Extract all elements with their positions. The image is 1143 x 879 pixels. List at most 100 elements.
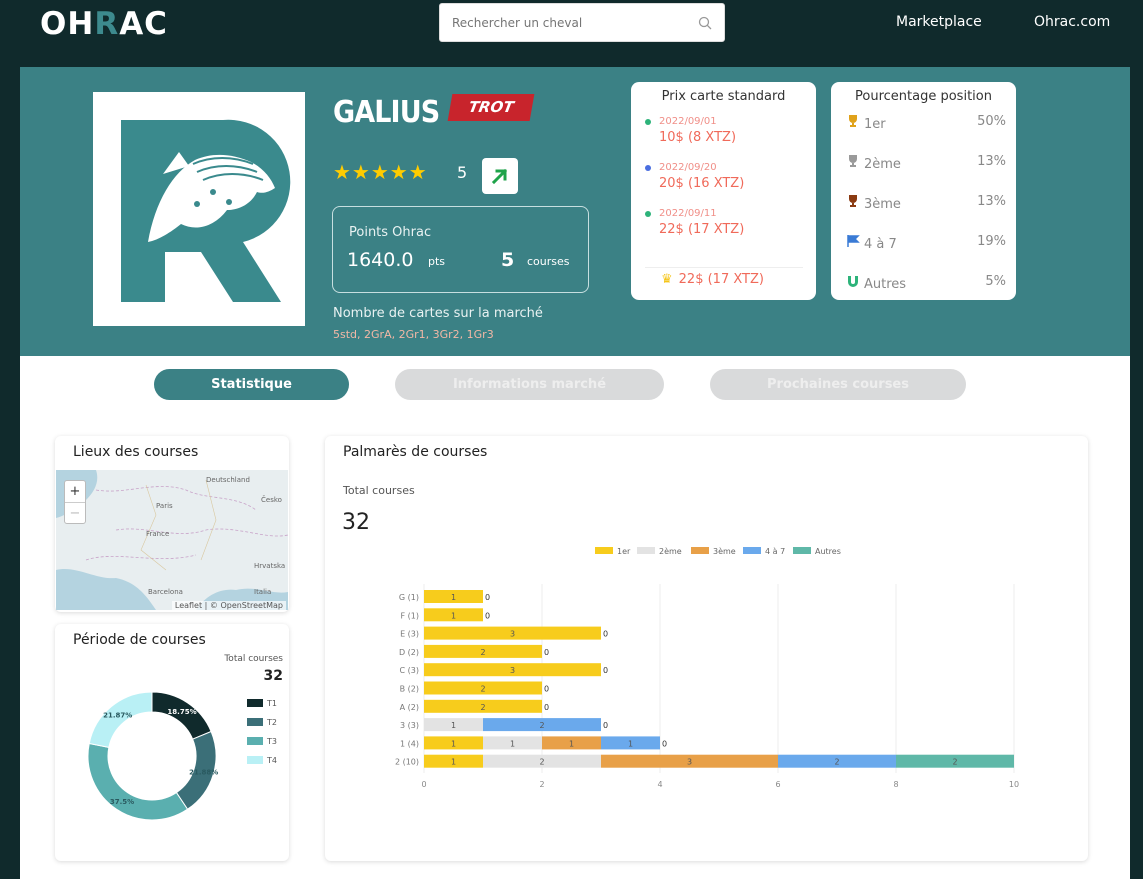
legend-label: 3ème [713, 546, 736, 556]
slice-label: 21.87% [103, 711, 132, 719]
zoom-in-button[interactable]: + [65, 481, 85, 502]
search-icon[interactable] [698, 16, 712, 30]
bar-value-label: 1 [451, 721, 456, 730]
points-box: Points Ohrac 1640.0 pts 5 courses [332, 206, 589, 293]
bar-value-label: 1 [451, 758, 456, 767]
y-tick-label: B (2) [400, 685, 419, 694]
courses-unit: courses [527, 255, 570, 268]
legend-swatch [247, 699, 263, 707]
ohrac-logo[interactable]: OHRAC [40, 6, 168, 42]
bar-value-label: 2 [952, 758, 957, 767]
svg-text:Italia: Italia [254, 588, 271, 596]
legend-swatch [637, 547, 655, 554]
bar-value-label: 1 [628, 739, 633, 748]
status-dot-icon [645, 165, 651, 171]
slice-label: 21.88% [189, 769, 218, 777]
bar-value-label: 3 [510, 630, 515, 639]
legend-swatch [793, 547, 811, 554]
bar-value-label: 1 [451, 593, 456, 602]
crown-icon: ♛ [661, 272, 673, 287]
race-locations-map[interactable]: Deutschland Paris France Česko Barcelona… [56, 470, 288, 610]
points-label: Points Ohrac [349, 225, 432, 240]
tab-informations-marche[interactable]: Informations marché [395, 369, 664, 400]
legend-swatch [247, 756, 263, 764]
period-total-value: 32 [263, 668, 283, 684]
tab-statistique[interactable]: Statistique [154, 369, 349, 400]
svg-text:Deutschland: Deutschland [206, 476, 250, 484]
donut-slice [88, 691, 153, 748]
bar-end-label: 0 [544, 685, 549, 694]
map-attribution[interactable]: Leaflet | © OpenStreetMap [171, 601, 286, 610]
map-tiles: Deutschland Paris France Česko Barcelona… [56, 470, 288, 610]
external-link-button[interactable] [482, 158, 518, 194]
bar-value-label: 3 [687, 758, 692, 767]
palmares-total-label: Total courses [343, 484, 415, 497]
price-card-title: Prix carte standard [661, 89, 786, 104]
price-entry: 2022/09/11 22$ (17 XTZ) [645, 208, 744, 237]
palmares-panel-title: Palmarès de courses [343, 444, 488, 460]
bar-value-label: 1 [569, 739, 574, 748]
status-dot-icon [645, 119, 651, 125]
horse-avatar [93, 92, 305, 326]
y-tick-label: F (1) [401, 611, 419, 620]
y-tick-label: C (3) [400, 666, 419, 675]
legend-label: T4 [266, 756, 277, 765]
palmares-total-value: 32 [342, 510, 370, 535]
trophy-bronze-icon [846, 194, 864, 212]
bar-value-label: 2 [480, 648, 485, 657]
y-tick-label: 1 (4) [400, 739, 419, 748]
x-tick-label: 4 [657, 780, 662, 789]
search-input[interactable] [440, 4, 680, 41]
horse-name: GALIUS [333, 95, 440, 130]
horse-r-logo-icon [121, 119, 291, 303]
position-row-others: Autres 5% [846, 274, 1006, 292]
svg-text:Barcelona: Barcelona [148, 588, 183, 596]
y-tick-label: 2 (10) [395, 758, 419, 767]
market-cards-label: Nombre de cartes sur la marché [333, 306, 543, 321]
bar-value-label: 2 [480, 703, 485, 712]
flag-icon [846, 234, 864, 252]
position-row-4-7: 4 à 7 19% [846, 234, 1006, 252]
x-tick-label: 6 [775, 780, 780, 789]
divider [645, 267, 803, 268]
period-donut-chart: 18.75% 21.88% 37.5% 21.87% T1 T2 T3 T4 [87, 691, 277, 821]
trophy-gold-icon [846, 114, 864, 132]
best-price: ♛ 22$ (17 XTZ) [661, 272, 764, 287]
zoom-out-button[interactable]: − [65, 502, 85, 523]
period-panel: Période de courses Total courses 32 18.7… [55, 624, 289, 861]
nav-link-ohrac-com[interactable]: Ohrac.com [1034, 14, 1110, 30]
bar-value-label: 1 [510, 739, 515, 748]
points-value: 1640.0 [347, 249, 414, 271]
nav-link-marketplace[interactable]: Marketplace [896, 14, 982, 30]
price-entry: 2022/09/01 10$ (8 XTZ) [645, 116, 736, 145]
bar-end-label: 0 [544, 703, 549, 712]
bar-end-label: 0 [603, 666, 608, 675]
y-tick-label: D (2) [399, 648, 419, 657]
tab-prochaines-courses[interactable]: Prochaines courses [710, 369, 966, 400]
y-tick-label: A (2) [400, 703, 419, 712]
x-tick-label: 2 [539, 780, 544, 789]
svg-text:France: France [146, 530, 169, 538]
legend-label: 1er [617, 547, 631, 556]
period-total-label: Total courses [224, 654, 283, 664]
legend-swatch [691, 547, 709, 554]
rating-value: 5 [457, 163, 468, 182]
price-card: Prix carte standard 2022/09/01 10$ (8 XT… [631, 82, 816, 300]
map-panel-title: Lieux des courses [73, 444, 199, 460]
bar-value-label: 3 [510, 666, 515, 675]
bar-value-label: 2 [539, 758, 544, 767]
bar-end-label: 0 [603, 630, 608, 639]
legend-label: T2 [266, 718, 277, 727]
bar-value-label: 1 [451, 739, 456, 748]
legend-label: Autres [815, 547, 841, 556]
star-rating: ★★★★★ [333, 160, 428, 184]
x-tick-label: 0 [421, 780, 426, 789]
palmares-panel: Palmarès de courses Total courses 32 1er… [325, 436, 1088, 861]
position-row-1st: 1er 50% [846, 114, 1006, 132]
status-dot-icon [645, 211, 651, 217]
bar-end-label: 0 [485, 593, 490, 602]
slice-label: 18.75% [167, 708, 196, 716]
svg-text:Hrvatska: Hrvatska [254, 562, 285, 570]
legend-label: 4 à 7 [765, 547, 785, 556]
trophy-silver-icon [846, 154, 864, 172]
